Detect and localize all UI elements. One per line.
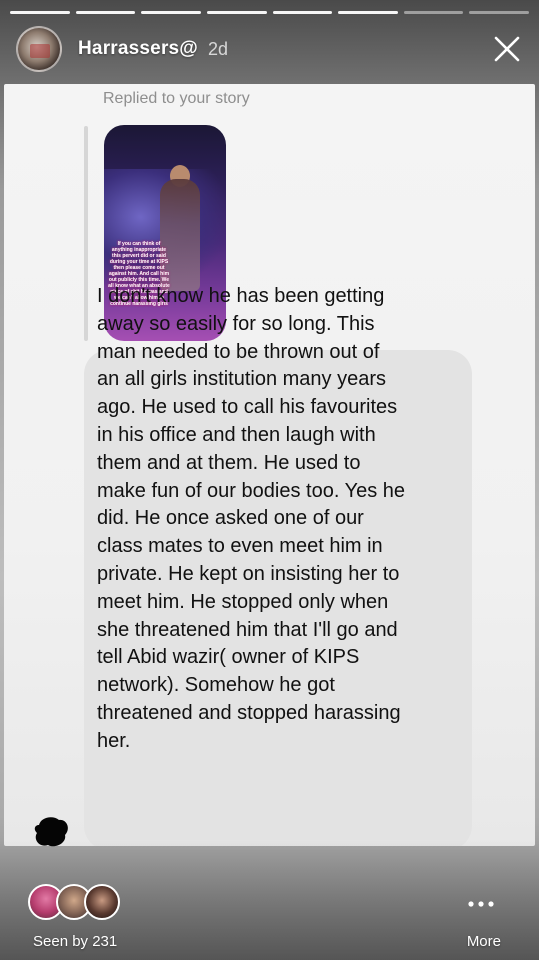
message-line: man needed to be thrown out of [97,340,380,363]
message-line: meet him. He stopped only when [97,590,389,613]
message-line: network). Somehow he got [97,674,335,697]
message-line: threatened and stopped harassing [97,701,401,724]
message-line: class mates to even meet him in [97,535,383,558]
viewer-avatar[interactable] [84,884,120,920]
progress-segment [206,11,267,14]
message-line: in his office and then laugh with [97,423,376,446]
progress-segment [75,11,136,14]
reply-indicator-line [84,126,88,341]
progress-segment [141,11,201,14]
post-time: 2d [208,38,229,59]
message-line: an all girls institution many years [97,368,387,391]
story-progress-bar [10,11,529,14]
message-line: away so easily for so long. This [97,312,375,335]
message-line: I don't know he has been getting [97,285,385,307]
progress-segment [403,11,464,14]
message-line: she threatened him that I'll go and [97,618,398,641]
progress-segment [338,11,398,14]
story-header: Harrassers@ 2d [16,26,523,72]
message-line: them and at them. He used to [97,451,361,474]
message-line: ago. He used to call his favourites [97,396,398,419]
progress-segment [10,11,70,14]
story-viewer: Harrassers@ 2d Replied to your story If … [0,0,539,960]
message-text: I don't know he has been getting away so… [97,283,467,756]
message-line: her. [97,729,131,752]
profile-avatar[interactable] [16,26,62,72]
message-line: private. He kept on insisting her to [97,562,400,585]
replied-to-story-label: Replied to your story [103,90,250,107]
more-button[interactable]: More [467,933,501,950]
progress-segment [272,11,333,14]
username[interactable]: Harrassers@ [78,38,198,60]
more-dots-icon[interactable] [461,896,501,914]
message-line: did. He once asked one of our [97,507,364,530]
message-line: make fun of our bodies too. Yes he [97,479,405,502]
progress-segment [469,11,529,14]
close-icon[interactable] [493,35,521,63]
message-line: tell Abid wazir( owner of KIPS [97,646,360,669]
viewer-avatars[interactable] [28,884,120,922]
seen-by-count[interactable]: Seen by 231 [33,933,117,950]
